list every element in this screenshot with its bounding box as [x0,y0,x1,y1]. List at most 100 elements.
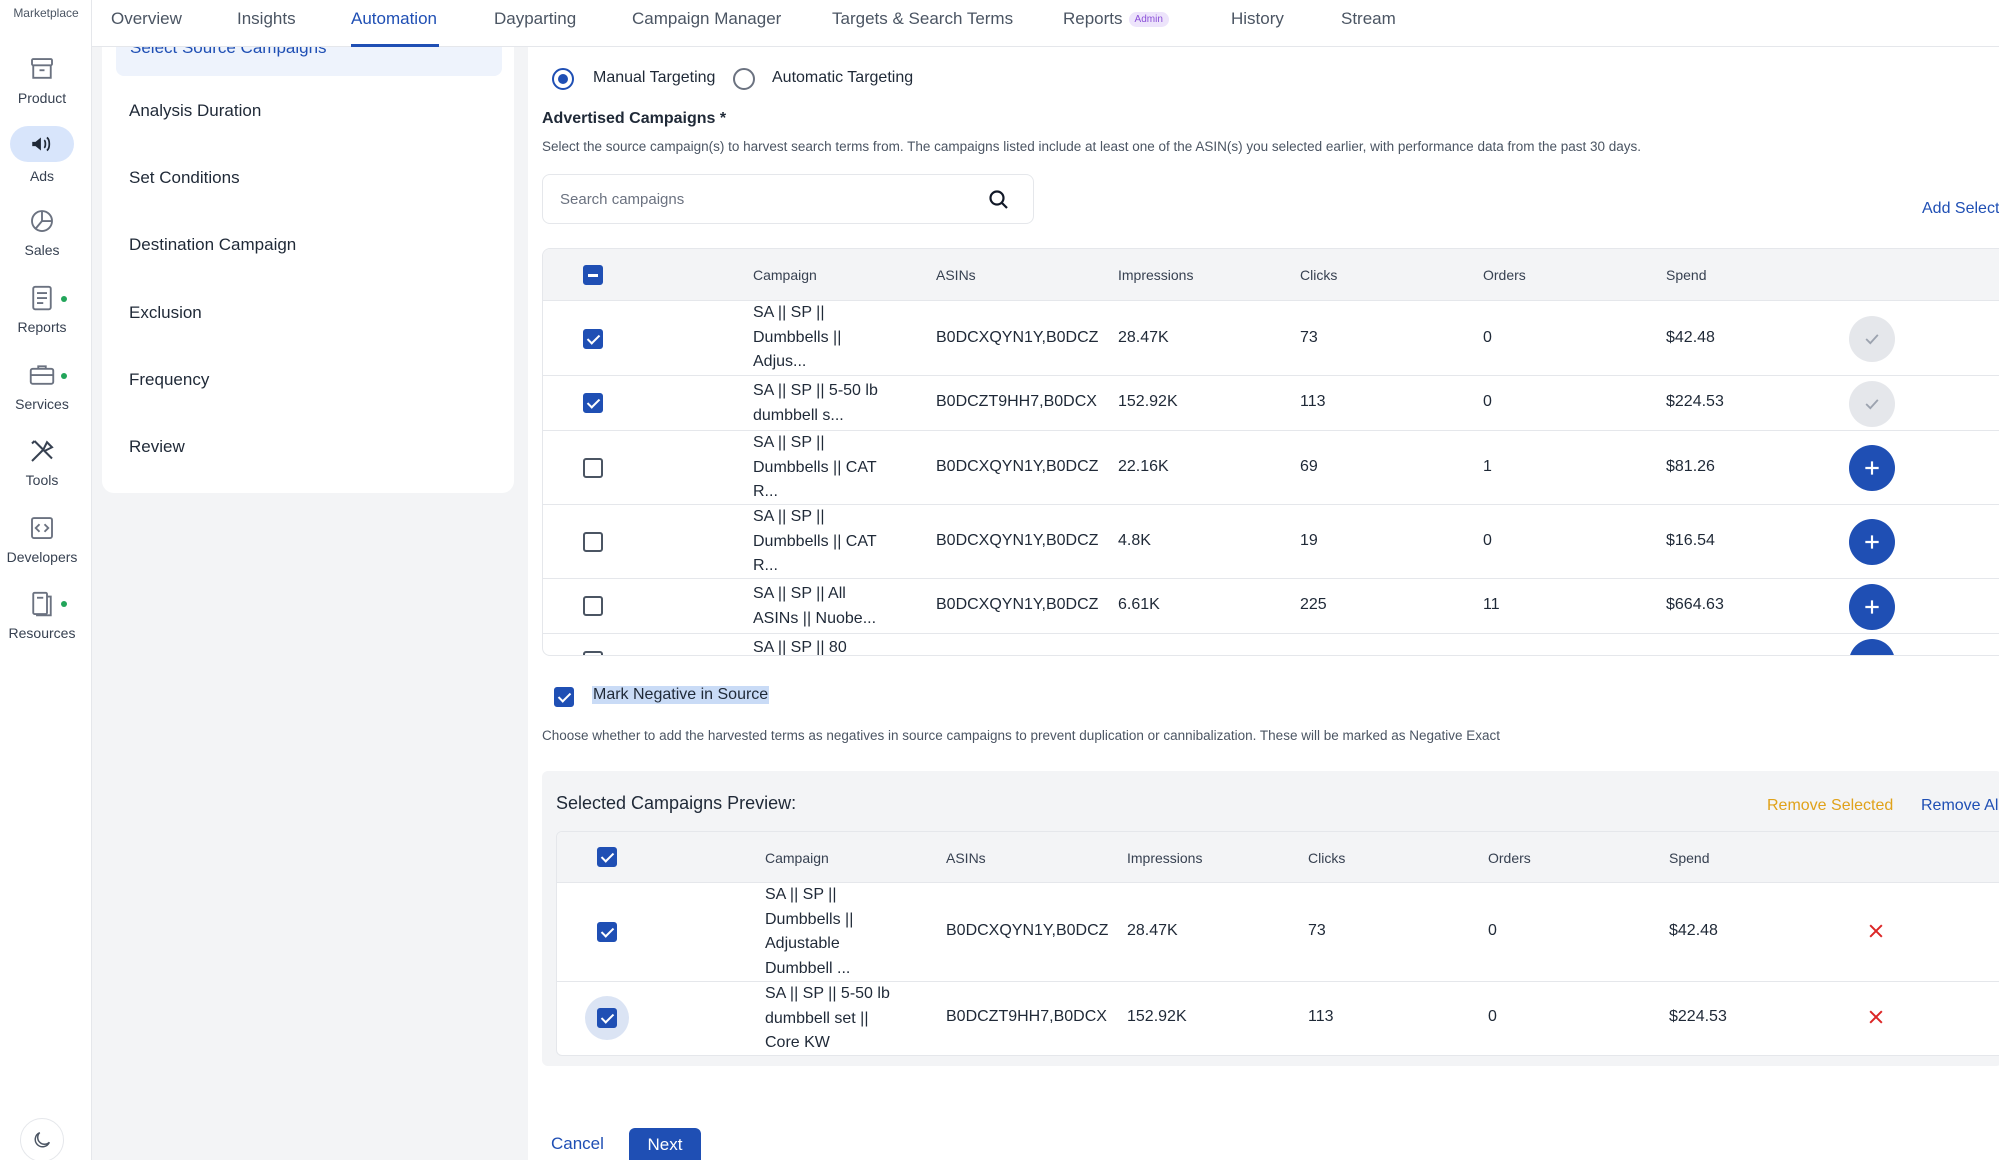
orders-cell: 0 [1483,532,1492,549]
code-icon [27,513,57,543]
row-checkbox[interactable] [583,458,603,478]
clicks-cell: 19 [1300,532,1318,549]
orders-cell: 1 [1483,458,1492,475]
clicks-cell: 73 [1308,922,1326,939]
table-row[interactable]: SA || SP || All ASINs || Nuobe... B0DCXQY… [543,579,1999,634]
campaign-name: SA || SP || All ASINs || Nuobe... [753,585,877,627]
add-campaign-button[interactable] [1849,584,1895,630]
mark-negative-description: Choose whether to add the harvested term… [542,728,1501,743]
plus-icon [1865,461,1879,475]
row-checkbox[interactable] [597,922,617,942]
rail-item-services[interactable]: Services [0,360,84,412]
row-checkbox[interactable] [583,393,603,413]
orders-cell: 11 [1483,596,1500,613]
select-all-checkbox[interactable] [583,265,603,285]
rail-item-resources[interactable]: Resources [0,589,84,641]
tab-campaign-manager[interactable]: Campaign Manager [632,9,781,29]
row-checkbox[interactable] [583,329,603,349]
step-current[interactable]: Select Source Campaigns [116,47,502,76]
selected-campaigns-preview: Selected Campaigns Preview: Remove Selec… [542,771,1999,1066]
remove-row-icon[interactable] [1866,921,1886,941]
tab-automation[interactable]: Automation [351,9,437,29]
top-nav: Overview Insights Automation Dayparting … [92,0,1999,47]
rail-label: Sales [24,242,60,258]
col-orders: Orders [1488,850,1531,866]
clicks-cell: 113 [1308,1008,1334,1025]
col-spend: Spend [1666,267,1707,283]
plus-icon [1862,652,1882,656]
remove-all-button[interactable]: Remove All [1921,797,1999,815]
clicks-cell: 113 [1300,393,1326,410]
status-dot [61,373,67,379]
admin-badge: Admin [1128,12,1169,27]
rail-item-sales[interactable]: Sales [0,206,84,258]
advertised-campaigns-description: Select the source campaign(s) to harvest… [542,139,1642,154]
add-campaign-button[interactable] [1849,445,1895,491]
spend-cell: $664.63 [1666,596,1724,613]
step-set-conditions[interactable]: Set Conditions [129,168,240,188]
remove-selected-button[interactable]: Remove Selected [1767,797,1893,815]
clicks-cell: 73 [1300,329,1318,346]
asins-cell: B0DCXQYN1Y,B0DCZ [946,922,1109,939]
tab-insights[interactable]: Insights [237,9,296,29]
spend-cell: $42.48 [1669,922,1718,939]
row-checkbox[interactable] [583,651,603,655]
step-current-label: Select Source Campaigns [130,47,327,57]
table-row[interactable]: SA || SP || Dumbbells || CAT R... B0DCXQYN… [543,505,1999,579]
cancel-button[interactable]: Cancel [551,1134,604,1154]
wizard-steps: Select Source Campaigns Analysis Duratio… [102,47,514,493]
step-analysis-duration[interactable]: Analysis Duration [129,101,261,121]
orders-cell: 0 [1483,329,1492,346]
rail-item-reports[interactable]: Reports [0,283,84,335]
table-row[interactable]: SA || SP || Dumbbells || Adjus... B0DCXQYN… [543,301,1999,376]
rail-item-product[interactable]: Product [0,54,84,106]
add-campaign-button[interactable] [1849,519,1895,565]
left-rail: Marketplace Product Ads Sales Reports Se… [0,0,92,1160]
campaigns-table: Campaign ASINs Impressions Clicks Orders… [542,248,1999,656]
col-impressions: Impressions [1127,850,1203,866]
impressions-cell: 28.47K [1127,922,1178,939]
asins-cell: B0DCZT9HH7,B0DCX [936,393,1097,410]
remove-row-icon[interactable] [1866,1007,1886,1027]
step-frequency[interactable]: Frequency [129,370,209,390]
row-checkbox[interactable] [583,596,603,616]
table-row[interactable]: SA || SP || 80 [543,634,1999,656]
automatic-targeting-radio[interactable] [733,68,755,90]
select-all-checkbox[interactable] [597,847,617,867]
tab-targets-search-terms[interactable]: Targets & Search Terms [832,9,1013,29]
added-indicator [1849,316,1895,362]
campaign-search[interactable]: Search campaigns [542,174,1034,224]
step-destination-campaign[interactable]: Destination Campaign [129,235,296,255]
col-clicks: Clicks [1300,267,1338,283]
tab-dayparting[interactable]: Dayparting [494,9,576,29]
campaign-name: SA || SP || Dumbbells || Adjus... [753,304,842,370]
mark-negative-checkbox[interactable] [554,687,574,707]
table-row[interactable]: SA || SP || 5-50 lb dumbbell s... B0DCZT9… [543,376,1999,431]
tab-overview[interactable]: Overview [111,9,182,29]
table-row[interactable]: SA || SP || Dumbbells || Adjustable Dumbbel… [557,883,1999,982]
table-row[interactable]: SA || SP || Dumbbells || CAT R... B0DCXQYN… [543,431,1999,505]
row-checkbox[interactable] [583,532,603,552]
row-checkbox[interactable] [597,1008,617,1028]
tab-stream[interactable]: Stream [1341,9,1396,29]
manual-targeting-radio[interactable] [552,68,574,90]
plus-icon [1865,535,1879,549]
brand-label: Marketplace [13,6,79,20]
col-spend: Spend [1669,850,1710,866]
step-review[interactable]: Review [129,437,185,457]
tab-reports[interactable]: Reports Admin [1063,9,1169,29]
tab-history[interactable]: History [1231,9,1284,29]
impressions-cell: 152.92K [1127,1008,1187,1025]
table-row[interactable]: SA || SP || 5-50 lb dumbbell set || Core K… [557,982,1999,1055]
rail-item-ads[interactable]: Ads [8,126,76,184]
add-campaign-button[interactable] [1849,639,1895,656]
search-icon[interactable] [987,188,1011,212]
add-selected-button[interactable]: Add Selected [1922,200,1999,218]
step-exclusion[interactable]: Exclusion [129,303,202,323]
rail-item-developers[interactable]: Developers [0,513,84,565]
rail-label: Tools [25,472,59,488]
theme-toggle[interactable] [20,1118,64,1160]
rail-label: Product [17,90,67,106]
next-button[interactable]: Next [629,1128,701,1160]
rail-item-tools[interactable]: Tools [0,436,84,488]
